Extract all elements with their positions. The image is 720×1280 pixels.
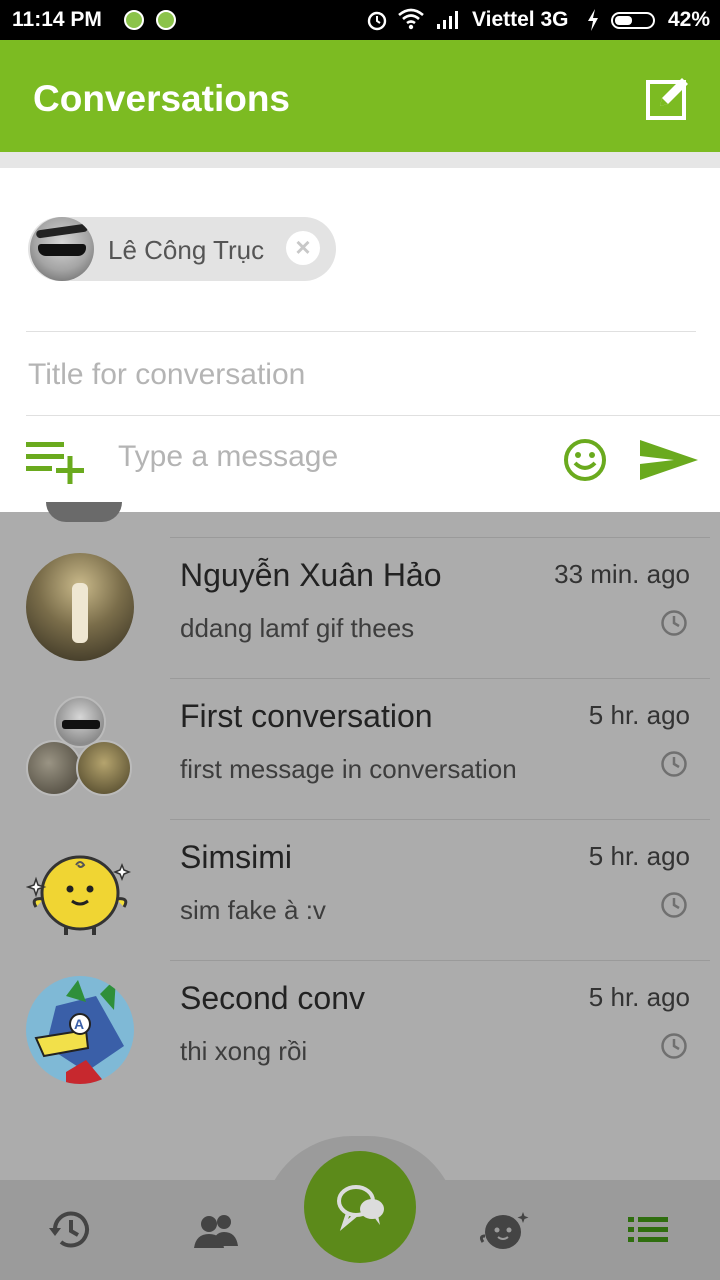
group-avatar <box>26 696 136 804</box>
battery-icon <box>611 12 655 29</box>
contacts-icon[interactable] <box>192 1206 240 1254</box>
page-title: Conversations <box>33 78 291 119</box>
chat-fab[interactable] <box>304 1151 416 1263</box>
list-item[interactable]: Simsimi sim fake à :v 5 hr. ago <box>0 819 720 960</box>
status-bar: 11:14 PM Viettel 3G 42% <box>0 0 720 40</box>
playlist-add-icon[interactable] <box>24 436 88 484</box>
conversation-name: First conversation <box>180 698 433 734</box>
divider <box>170 960 710 961</box>
clock-icon <box>661 892 687 918</box>
avatar <box>30 217 94 281</box>
conversation-title-input[interactable] <box>28 350 688 400</box>
carrier-label: Viettel 3G <box>472 8 569 31</box>
signal-icon <box>437 11 458 29</box>
clock-icon <box>661 1033 687 1059</box>
divider <box>170 678 710 679</box>
recipient-name: Lê Công Trục <box>108 235 265 265</box>
svg-text:A: A <box>74 1016 84 1032</box>
divider-band <box>0 152 720 168</box>
simsimi-icon <box>25 855 132 935</box>
wifi-icon <box>398 8 424 30</box>
chat-bubbles-icon <box>337 1185 384 1232</box>
conversation-name: Nguyễn Xuân Hảo <box>180 557 442 593</box>
conversation-last-message: ddang lamf gif thees <box>180 613 415 643</box>
conversation-time: 5 hr. ago <box>588 841 690 871</box>
emoji-icon[interactable] <box>563 438 607 482</box>
avatar <box>26 553 134 661</box>
compose-icon[interactable] <box>644 74 692 122</box>
history-icon[interactable] <box>47 1206 95 1254</box>
conversation-time: 33 min. ago <box>554 559 690 589</box>
divider <box>170 819 710 820</box>
avatar: A <box>26 976 134 1084</box>
avatar <box>25 835 134 943</box>
app-bar: Conversations <box>0 40 720 152</box>
conversation-time: 5 hr. ago <box>588 700 690 730</box>
list-icon[interactable] <box>624 1206 672 1254</box>
divider <box>26 415 720 416</box>
conversation-time: 5 hr. ago <box>588 982 690 1012</box>
conversation-name: Second conv <box>180 980 366 1016</box>
send-icon[interactable] <box>638 436 700 484</box>
recipient-chip[interactable]: Lê Công Trục × <box>28 217 336 281</box>
clock-icon <box>661 610 687 636</box>
divider <box>170 537 710 538</box>
conversation-name: Simsimi <box>180 839 292 875</box>
conversation-last-message: first message in conversation <box>180 754 517 784</box>
status-time: 11:14 PM <box>12 8 102 31</box>
divider <box>26 331 696 332</box>
list-item[interactable]: Nguyễn Xuân Hảo ddang lamf gif thees 33 … <box>0 537 720 678</box>
conversation-list: Nguyễn Xuân Hảo ddang lamf gif thees 33 … <box>0 502 720 1132</box>
list-item[interactable]: First conversation first message in conv… <box>0 678 720 819</box>
clock-icon <box>661 751 687 777</box>
conversation-last-message: sim fake à :v <box>180 895 326 925</box>
message-input[interactable] <box>118 432 538 482</box>
android-icon <box>156 10 176 30</box>
new-conversation-panel: Lê Công Trục × <box>0 168 720 512</box>
notification-app-icon <box>124 10 144 30</box>
charging-icon <box>588 9 598 31</box>
alarm-icon <box>367 11 387 31</box>
conversation-last-message: thi xong rồi <box>180 1036 308 1066</box>
close-icon[interactable]: × <box>286 231 320 265</box>
simsimi-icon[interactable] <box>479 1206 531 1254</box>
avatar <box>46 502 122 522</box>
character-illustration: A <box>34 978 124 1084</box>
list-item[interactable]: A Second conv thi xong rồi 5 hr. ago <box>0 960 720 1101</box>
battery-level: 42% <box>668 8 711 31</box>
